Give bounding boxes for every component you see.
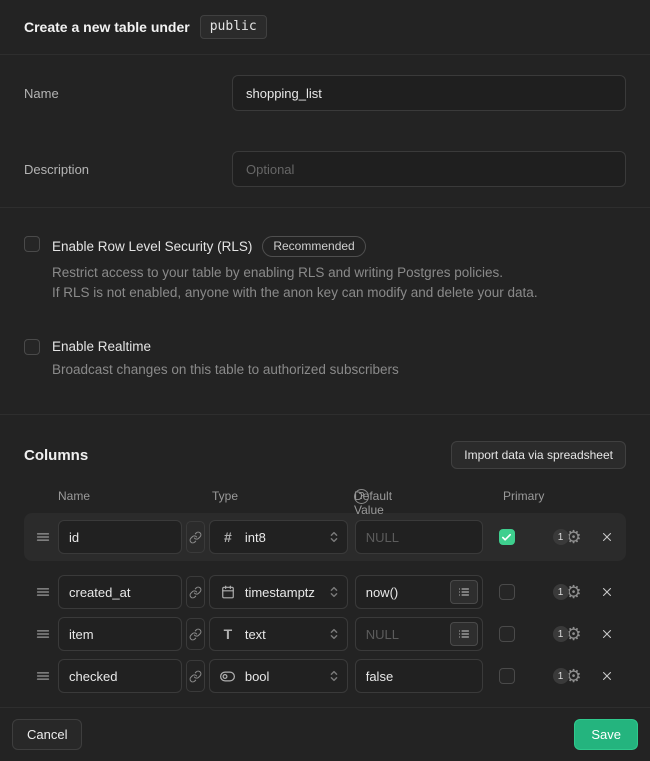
header-primary: Primary	[503, 489, 544, 503]
remove-column-button[interactable]	[598, 625, 616, 643]
foreign-key-link-button[interactable]	[186, 576, 205, 608]
cancel-button[interactable]: Cancel	[12, 719, 82, 750]
default-value-field	[355, 659, 483, 693]
recommended-badge: Recommended	[262, 236, 365, 257]
calendar-icon	[220, 585, 236, 599]
rls-toggle-block: Enable Row Level Security (RLS) Recommen…	[24, 236, 626, 303]
header-name: Name	[58, 489, 90, 503]
drag-handle-icon[interactable]	[36, 585, 50, 599]
primary-checkbox[interactable]	[499, 668, 515, 684]
link-icon	[189, 628, 202, 641]
settings-count-badge: 1	[553, 529, 569, 545]
help-circle-icon[interactable]: ?	[354, 489, 369, 504]
column-type-select[interactable]: T text	[209, 617, 348, 651]
foreign-key-link-button[interactable]	[186, 618, 205, 650]
default-value-field	[355, 575, 483, 609]
column-name-input[interactable]	[58, 520, 182, 554]
table-name-input[interactable]	[232, 75, 626, 111]
modal-footer: Cancel Save	[0, 707, 650, 761]
header-type: Type	[212, 489, 238, 503]
rls-label: Enable Row Level Security (RLS)	[52, 239, 252, 254]
list-icon	[458, 586, 470, 598]
realtime-label: Enable Realtime	[52, 339, 151, 354]
column-settings-button[interactable]: 1 ⚙	[553, 667, 591, 685]
column-row-id: # int8 1 ⚙	[24, 513, 626, 561]
columns-table-headers: Name Type Default Value ? Primary	[24, 489, 626, 505]
modal-header: Create a new table under public	[0, 0, 650, 55]
primary-checkbox[interactable]	[499, 529, 515, 545]
close-icon	[600, 627, 614, 641]
close-icon	[600, 669, 614, 683]
default-value-field	[355, 520, 483, 554]
realtime-description: Broadcast changes on this table to autho…	[52, 360, 399, 380]
rls-description: Restrict access to your table by enablin…	[52, 263, 538, 303]
column-settings-button[interactable]: 1 ⚙	[553, 625, 591, 643]
hash-icon: #	[220, 529, 236, 545]
settings-count-badge: 1	[553, 626, 569, 642]
save-button[interactable]: Save	[574, 719, 638, 750]
default-value-input[interactable]	[356, 660, 482, 692]
settings-count-badge: 1	[553, 584, 569, 600]
primary-checkbox[interactable]	[499, 584, 515, 600]
foreign-key-link-button[interactable]	[186, 521, 205, 553]
link-icon	[189, 531, 202, 544]
columns-title: Columns	[24, 447, 88, 464]
remove-column-button[interactable]	[598, 667, 616, 685]
link-icon	[189, 586, 202, 599]
column-name-input[interactable]	[58, 617, 182, 651]
text-icon: T	[220, 626, 236, 642]
table-info-section: Name Description	[0, 55, 650, 207]
close-icon	[600, 585, 614, 599]
realtime-toggle-block: Enable Realtime Broadcast changes on thi…	[24, 339, 626, 380]
table-options-section: Enable Row Level Security (RLS) Recommen…	[0, 208, 650, 415]
chevron-up-down-icon	[329, 530, 339, 544]
foreign-key-link-button[interactable]	[186, 660, 205, 692]
column-settings-button[interactable]: 1 ⚙	[553, 528, 591, 546]
table-description-input[interactable]	[232, 151, 626, 187]
column-type-select[interactable]: timestamptz	[209, 575, 348, 609]
column-row-item: T text 1 ⚙	[24, 617, 626, 651]
column-name-input[interactable]	[58, 575, 182, 609]
drag-handle-icon[interactable]	[36, 669, 50, 683]
default-suggestions-button[interactable]	[450, 622, 478, 646]
description-label: Description	[24, 162, 232, 177]
default-suggestions-button[interactable]	[450, 580, 478, 604]
drag-handle-icon[interactable]	[36, 530, 50, 544]
drag-handle-icon[interactable]	[36, 627, 50, 641]
primary-checkbox[interactable]	[499, 626, 515, 642]
realtime-checkbox[interactable]	[24, 339, 40, 355]
close-icon	[600, 530, 614, 544]
remove-column-button[interactable]	[598, 528, 616, 546]
chevron-up-down-icon	[329, 669, 339, 683]
chevron-up-down-icon	[329, 627, 339, 641]
column-type-select[interactable]: bool	[209, 659, 348, 693]
column-settings-button[interactable]: 1 ⚙	[553, 583, 591, 601]
schema-badge: public	[200, 15, 267, 39]
import-spreadsheet-button[interactable]: Import data via spreadsheet	[451, 441, 626, 469]
default-value-input[interactable]	[356, 521, 482, 553]
name-label: Name	[24, 86, 232, 101]
default-value-field	[355, 617, 483, 651]
toggle-icon	[220, 669, 236, 684]
column-row-created-at: timestamptz 1 ⚙	[24, 575, 626, 609]
columns-section: Columns Import data via spreadsheet Name…	[0, 415, 650, 711]
remove-column-button[interactable]	[598, 583, 616, 601]
column-name-input[interactable]	[58, 659, 182, 693]
rls-checkbox[interactable]	[24, 236, 40, 252]
column-row-checked: bool 1 ⚙	[24, 659, 626, 693]
link-icon	[189, 670, 202, 683]
settings-count-badge: 1	[553, 668, 569, 684]
page-title: Create a new table under	[24, 19, 190, 35]
column-type-select[interactable]: # int8	[209, 520, 348, 554]
chevron-up-down-icon	[329, 585, 339, 599]
list-icon	[458, 628, 470, 640]
